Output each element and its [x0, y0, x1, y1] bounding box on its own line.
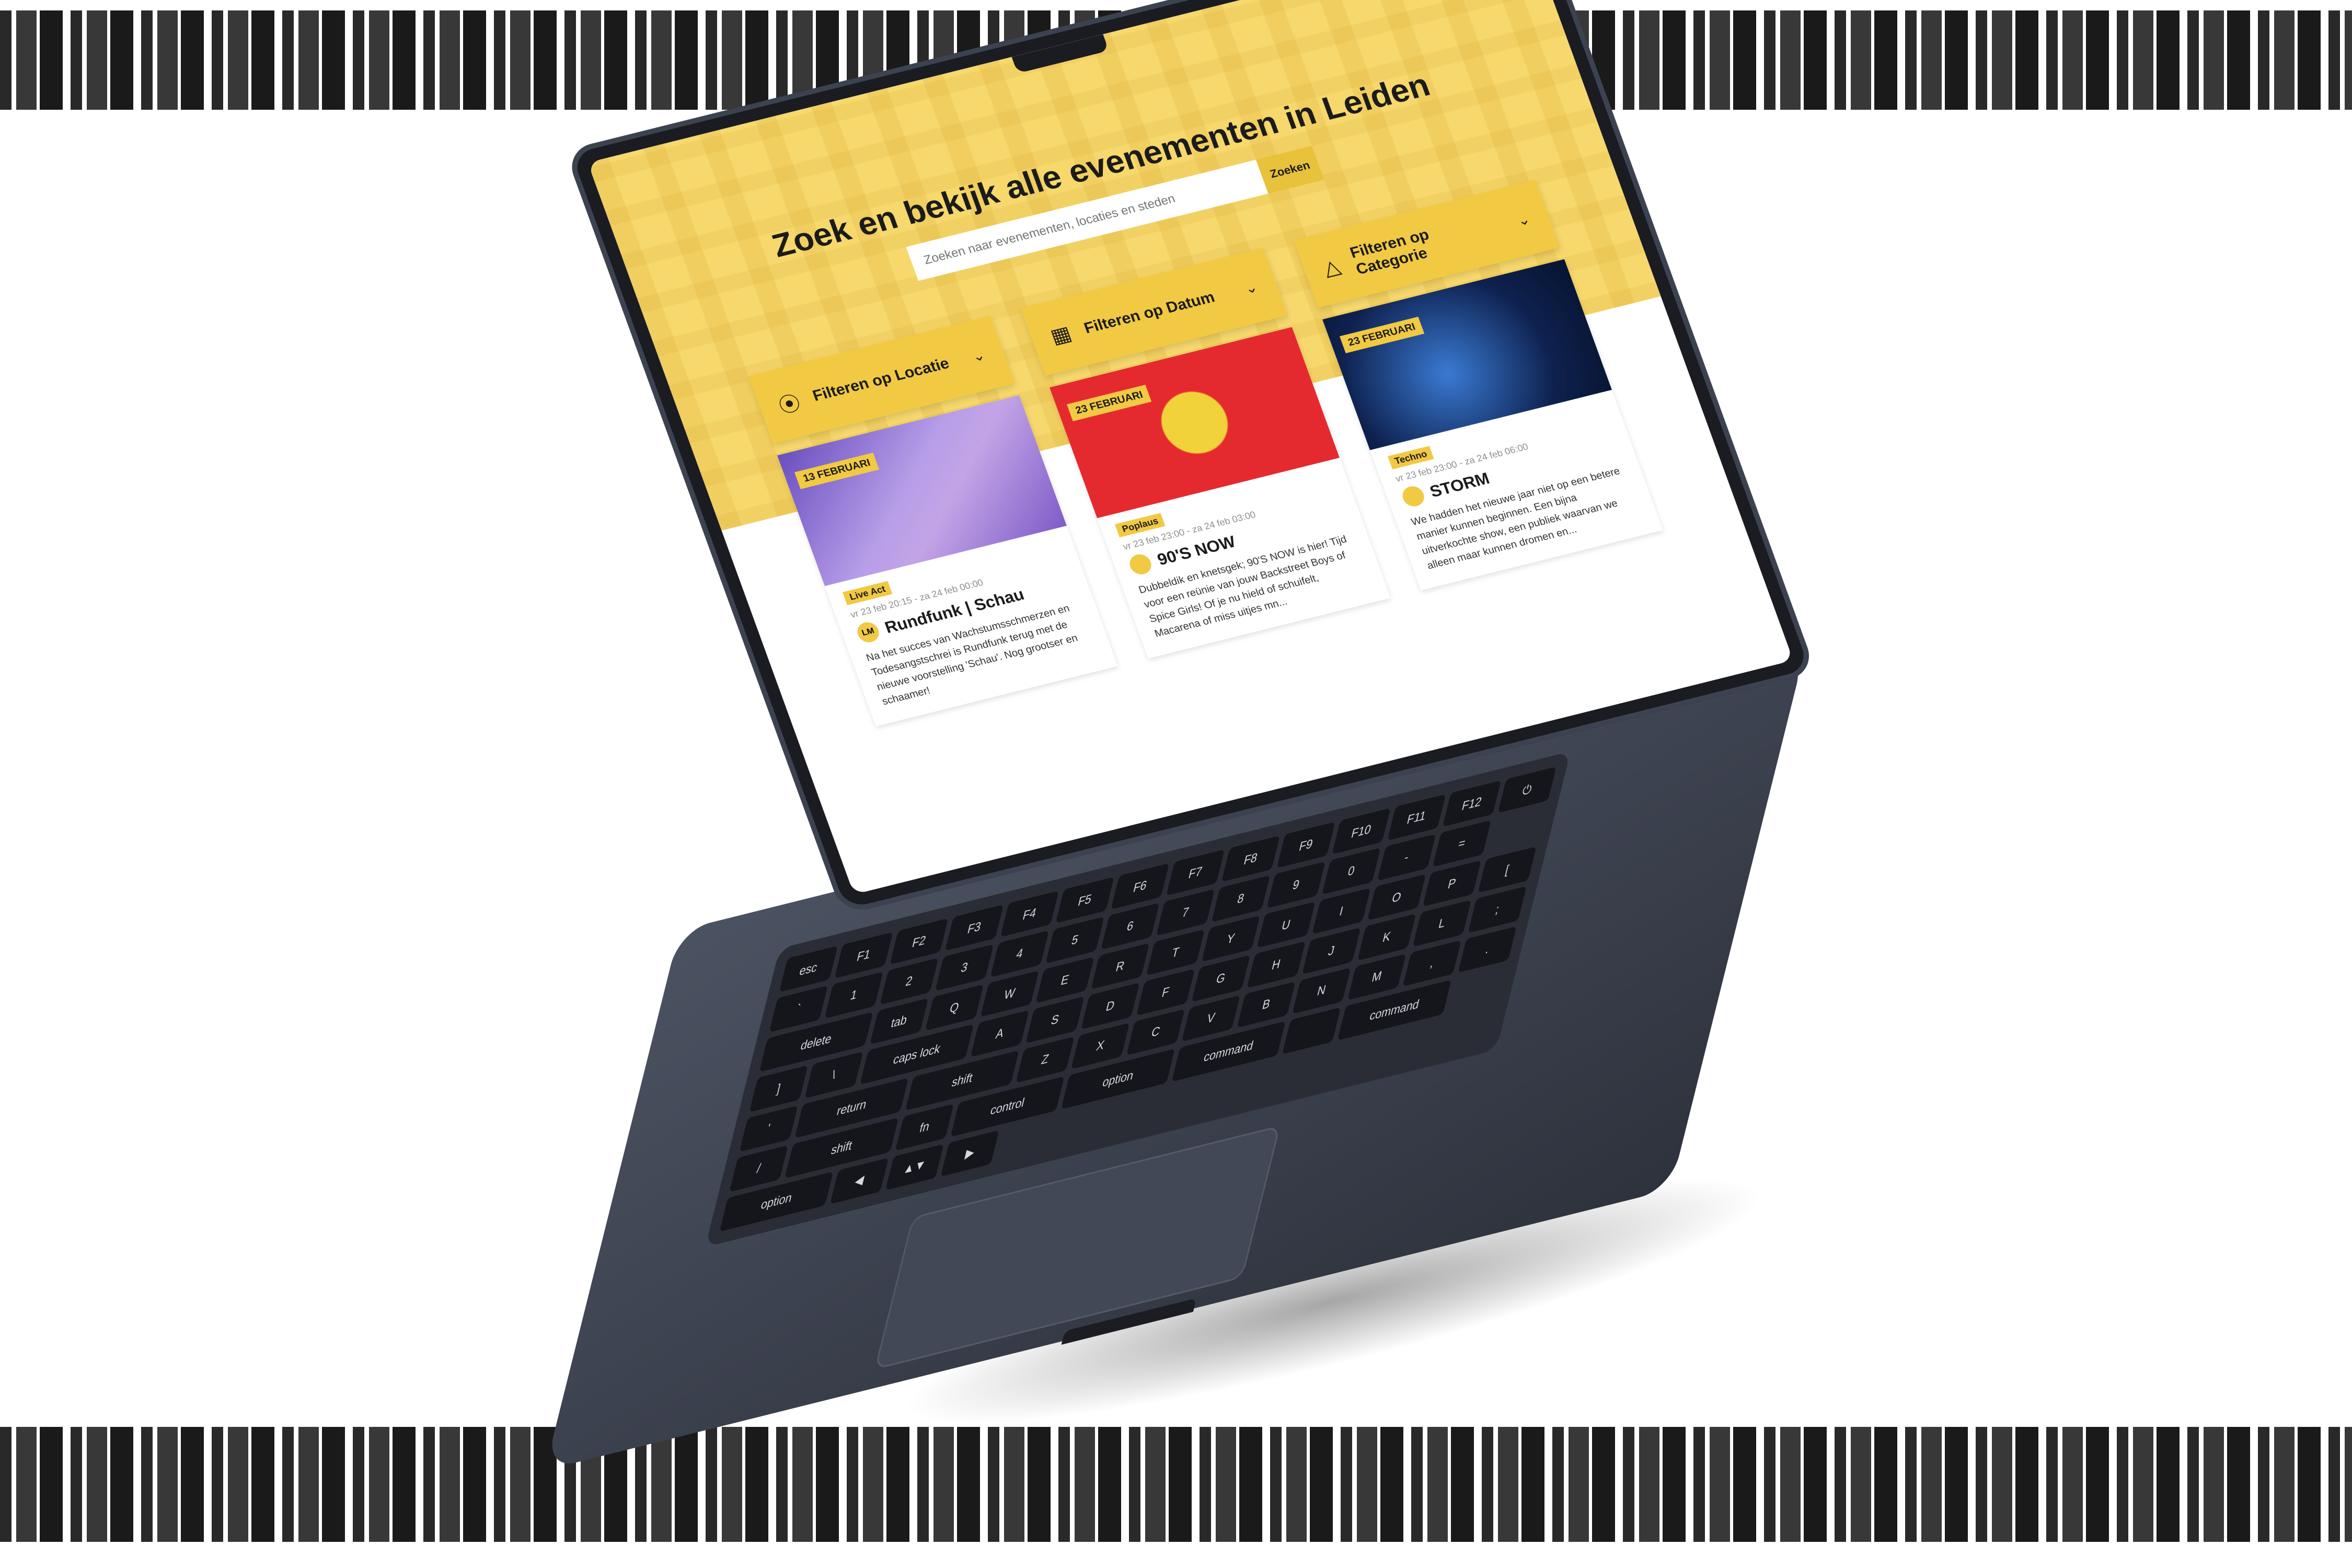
keyboard-key[interactable]: S — [1025, 996, 1085, 1043]
laptop: esc F1 F2 F3 F4 F5 F6 F7 F8 F9 F10 F11 F12 ⏻ ` 1 2 3 4 5 6 7 8… — [0, 0, 2352, 1568]
keyboard-key[interactable]: ] — [749, 1065, 808, 1112]
keyboard-key[interactable]: U — [1256, 901, 1316, 949]
calendar-icon: ▦ — [1047, 322, 1075, 348]
event-card[interactable]: 23 FEBRUARI Techno vr 23 feb 23:00 - za … — [1322, 259, 1663, 591]
date-badge: 23 FEBRUARI — [1067, 384, 1152, 421]
location-pin-icon: ⦿ — [776, 391, 804, 418]
keyboard-key[interactable]: 4 — [990, 930, 1049, 977]
shapes-icon: △ — [1320, 255, 1344, 280]
keyboard-key[interactable]: 6 — [1101, 903, 1160, 950]
keyboard-key[interactable]: F12 — [1442, 780, 1502, 827]
avatar — [1127, 552, 1155, 577]
keyboard-key[interactable]: F7 — [1166, 849, 1225, 896]
keyboard-key[interactable]: ⏻ — [1497, 766, 1557, 814]
event-card[interactable]: 23 FEBRUARI Poplaus vr 23 feb 23:00 - za… — [1050, 327, 1391, 659]
keyboard-key[interactable]: Z — [1016, 1036, 1075, 1083]
keyboard-key[interactable]: T — [1146, 929, 1205, 976]
keyboard-key[interactable]: F3 — [944, 904, 1004, 951]
filter-label: Filteren op Datum — [1081, 289, 1217, 337]
chevron-down-icon: ⌄ — [970, 347, 987, 365]
keyboard-key[interactable]: F10 — [1332, 808, 1391, 855]
keyboard-key[interactable]: 2 — [880, 958, 939, 1005]
keyboard-key[interactable] — [1282, 1007, 1341, 1054]
keyboard-key[interactable]: ' — [739, 1105, 798, 1152]
keyboard-key[interactable]: esc — [779, 946, 838, 993]
avatar — [1399, 484, 1427, 509]
keyboard-key[interactable]: . — [1458, 926, 1517, 973]
keyboard-key[interactable]: P — [1422, 860, 1482, 907]
keyboard-key[interactable]: Q — [925, 984, 984, 1031]
keyboard-key[interactable]: 5 — [1045, 917, 1104, 964]
keyboard-key[interactable]: F9 — [1276, 822, 1335, 869]
keyboard-key[interactable]: G — [1191, 955, 1250, 1002]
keyboard-key[interactable]: R — [1091, 942, 1150, 990]
keyboard-key[interactable]: ; — [1468, 886, 1527, 933]
keyboard-key[interactable]: D — [1081, 983, 1140, 1030]
keyboard-key[interactable]: 9 — [1266, 861, 1325, 908]
filter-label: Filteren op Locatie — [810, 354, 952, 405]
keyboard-key[interactable]: 3 — [935, 944, 994, 991]
keyboard-key[interactable]: O — [1367, 874, 1426, 921]
keyboard-key[interactable]: Y — [1201, 915, 1260, 962]
date-badge: 23 FEBRUARI — [1339, 316, 1424, 353]
keyboard-key[interactable]: L — [1412, 900, 1472, 947]
keyboard-key[interactable]: F2 — [890, 918, 949, 965]
chevron-down-icon: ⌄ — [1515, 211, 1532, 229]
keyboard-key[interactable]: J — [1302, 927, 1361, 975]
keyboard-key[interactable]: F4 — [1000, 891, 1059, 938]
keyboard-key[interactable]: fn — [895, 1103, 954, 1151]
chevron-down-icon: ⌄ — [1242, 279, 1260, 297]
avatar: LM — [854, 620, 882, 645]
keyboard-key[interactable]: ▶ — [940, 1129, 999, 1177]
keyboard-key[interactable]: - — [1377, 834, 1436, 881]
keyboard-key[interactable]: = — [1432, 820, 1492, 867]
keyboard-key[interactable]: [ — [1478, 846, 1537, 893]
keyboard-key[interactable]: 1 — [824, 972, 883, 1019]
keyboard-key[interactable]: 8 — [1211, 875, 1271, 923]
keyboard-key[interactable]: F5 — [1055, 877, 1114, 924]
date-badge: 13 FEBRUARI — [794, 452, 880, 489]
keyboard-key[interactable]: ▲▼ — [885, 1144, 944, 1191]
keyboard-key[interactable]: F6 — [1111, 863, 1170, 910]
keyboard-key[interactable]: H — [1247, 941, 1306, 988]
keyboard-key[interactable]: F — [1136, 969, 1195, 1016]
keyboard-key[interactable]: A — [970, 1010, 1029, 1057]
keyboard-key[interactable]: K — [1357, 914, 1416, 961]
keyboard-key[interactable]: B — [1237, 981, 1296, 1028]
keyboard-key[interactable]: F11 — [1387, 794, 1446, 841]
keyboard-key[interactable]: 0 — [1322, 848, 1381, 895]
keyboard-key[interactable]: N — [1292, 967, 1351, 1014]
keyboard-key[interactable]: C — [1126, 1009, 1185, 1056]
keyboard-key[interactable]: I — [1312, 887, 1371, 935]
keyboard-key[interactable]: W — [980, 970, 1039, 1017]
keyboard-key[interactable]: F1 — [834, 932, 893, 979]
keyboard-key[interactable]: , — [1402, 940, 1461, 987]
keyboard-key[interactable]: E — [1035, 956, 1094, 1004]
keyboard-key[interactable]: 7 — [1156, 889, 1215, 936]
event-card[interactable]: 13 FEBRUARI Live Act vr 23 feb 20:15 - z… — [777, 395, 1118, 727]
keyboard-key[interactable]: F8 — [1221, 835, 1281, 882]
